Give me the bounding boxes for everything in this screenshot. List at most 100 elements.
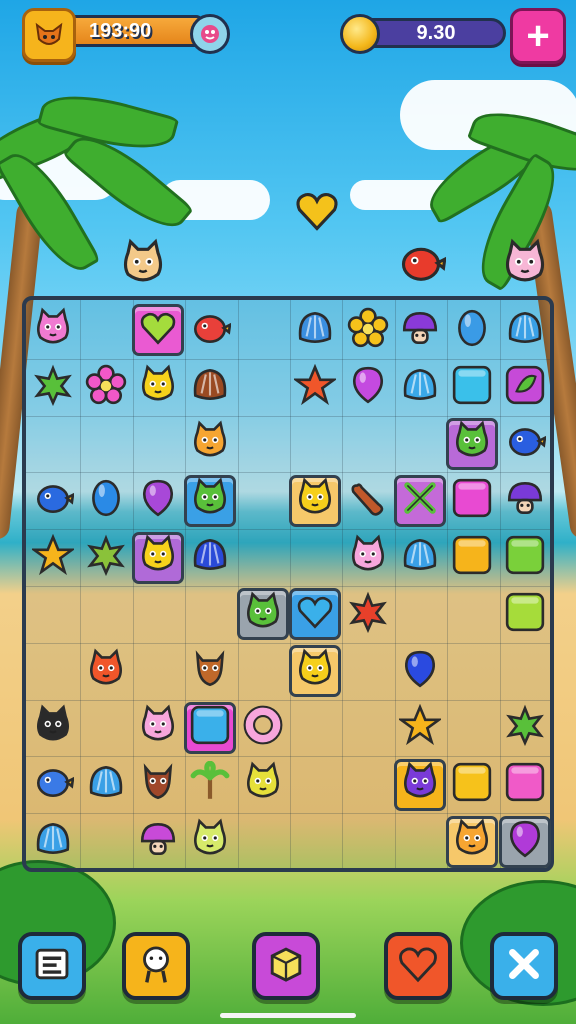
fox-creature-icon — [451, 818, 493, 865]
board-piece[interactable] — [393, 472, 446, 529]
board-piece[interactable] — [341, 302, 393, 359]
board-piece[interactable] — [132, 700, 184, 757]
heart-button[interactable] — [384, 932, 452, 1000]
board-piece[interactable] — [499, 472, 551, 529]
board-piece[interactable] — [27, 359, 79, 416]
score-badge[interactable] — [190, 14, 230, 54]
board-piece[interactable] — [27, 813, 79, 870]
board-piece[interactable] — [498, 813, 551, 870]
leaf-icon — [504, 704, 546, 751]
board-piece[interactable] — [499, 359, 551, 416]
board-piece[interactable] — [499, 756, 551, 813]
board-piece[interactable] — [184, 472, 237, 529]
board-piece[interactable] — [499, 416, 551, 473]
cat-creature-icon — [347, 534, 389, 581]
board-piece[interactable] — [131, 529, 184, 586]
board-piece[interactable] — [394, 643, 446, 700]
board-piece[interactable] — [341, 359, 393, 416]
board-piece[interactable] — [394, 529, 446, 586]
board-piece[interactable] — [184, 756, 236, 813]
starfish-icon — [30, 533, 77, 581]
board-piece[interactable] — [499, 529, 551, 586]
cat-creature-icon — [32, 307, 74, 354]
board-piece[interactable] — [79, 529, 131, 586]
board-piece[interactable] — [132, 756, 184, 813]
bear-creature-icon — [85, 648, 127, 695]
falling-heart-icon — [292, 186, 342, 241]
board-piece[interactable] — [132, 813, 184, 870]
board-piece[interactable] — [131, 302, 184, 359]
fox-icon — [35, 22, 63, 45]
board-piece[interactable] — [184, 813, 236, 870]
board-piece[interactable] — [27, 302, 79, 359]
close-icon — [501, 941, 547, 992]
cat-creature-icon — [137, 364, 179, 411]
game-board[interactable] — [22, 296, 554, 872]
board-piece[interactable] — [341, 472, 393, 529]
cube-icon — [263, 941, 309, 992]
board-piece[interactable] — [394, 302, 446, 359]
board-piece[interactable] — [132, 359, 184, 416]
board-piece[interactable] — [79, 359, 131, 416]
ring-icon — [242, 704, 284, 751]
deer-creature-icon — [189, 648, 231, 695]
board-piece[interactable] — [289, 302, 341, 359]
board-piece[interactable] — [236, 586, 289, 643]
board-piece[interactable] — [184, 700, 237, 757]
cat-creature-icon — [32, 704, 74, 751]
board-piece[interactable] — [184, 359, 236, 416]
square-block-icon — [451, 761, 493, 808]
close-button[interactable] — [490, 932, 558, 1000]
board-piece[interactable] — [446, 813, 499, 870]
hand-icon — [133, 941, 179, 992]
board-piece[interactable] — [289, 359, 341, 416]
balloon-icon — [347, 364, 389, 411]
hand-button[interactable] — [122, 932, 190, 1000]
board-piece[interactable] — [27, 529, 79, 586]
board-piece[interactable] — [394, 700, 446, 757]
shell-icon — [504, 307, 546, 354]
top-hud: 193:90 9.30 + — [0, 0, 576, 70]
board-piece[interactable] — [341, 529, 393, 586]
cat-creature-icon — [242, 761, 284, 808]
board-piece[interactable] — [393, 756, 446, 813]
board-piece[interactable] — [446, 302, 498, 359]
board-piece[interactable] — [341, 586, 393, 643]
cat-creature-icon — [399, 761, 441, 808]
board-piece[interactable] — [27, 756, 79, 813]
map-button[interactable] — [18, 932, 86, 1000]
board-piece[interactable] — [289, 586, 342, 643]
board-piece[interactable] — [499, 586, 551, 643]
add-coins-button[interactable]: + — [510, 8, 566, 64]
falling-pig-creature-icon — [118, 238, 168, 293]
board-piece[interactable] — [79, 756, 131, 813]
board-piece[interactable] — [446, 756, 498, 813]
board-piece[interactable] — [184, 302, 236, 359]
cube-button[interactable] — [252, 932, 320, 1000]
square-block-icon — [451, 477, 493, 524]
board-piece[interactable] — [79, 643, 131, 700]
board-piece[interactable] — [289, 643, 342, 700]
board-piece[interactable] — [27, 472, 79, 529]
board-piece[interactable] — [446, 416, 499, 473]
board-piece[interactable] — [237, 756, 289, 813]
board-piece[interactable] — [184, 643, 236, 700]
board-piece[interactable] — [394, 359, 446, 416]
profile-button[interactable] — [22, 8, 76, 62]
board-piece[interactable] — [446, 359, 498, 416]
board-piece[interactable] — [132, 472, 184, 529]
board-piece[interactable] — [27, 700, 79, 757]
board-piece[interactable] — [499, 302, 551, 359]
board-piece[interactable] — [446, 472, 498, 529]
balloon-icon — [399, 648, 441, 695]
square-block-icon — [189, 704, 231, 751]
board-piece[interactable] — [184, 529, 236, 586]
board-piece[interactable] — [446, 529, 498, 586]
flower-icon — [347, 307, 389, 354]
board-piece[interactable] — [79, 472, 131, 529]
board-piece[interactable] — [184, 416, 236, 473]
heart-icon — [137, 307, 179, 354]
board-piece[interactable] — [237, 700, 289, 757]
board-piece[interactable] — [499, 700, 551, 757]
board-piece[interactable] — [289, 472, 342, 529]
